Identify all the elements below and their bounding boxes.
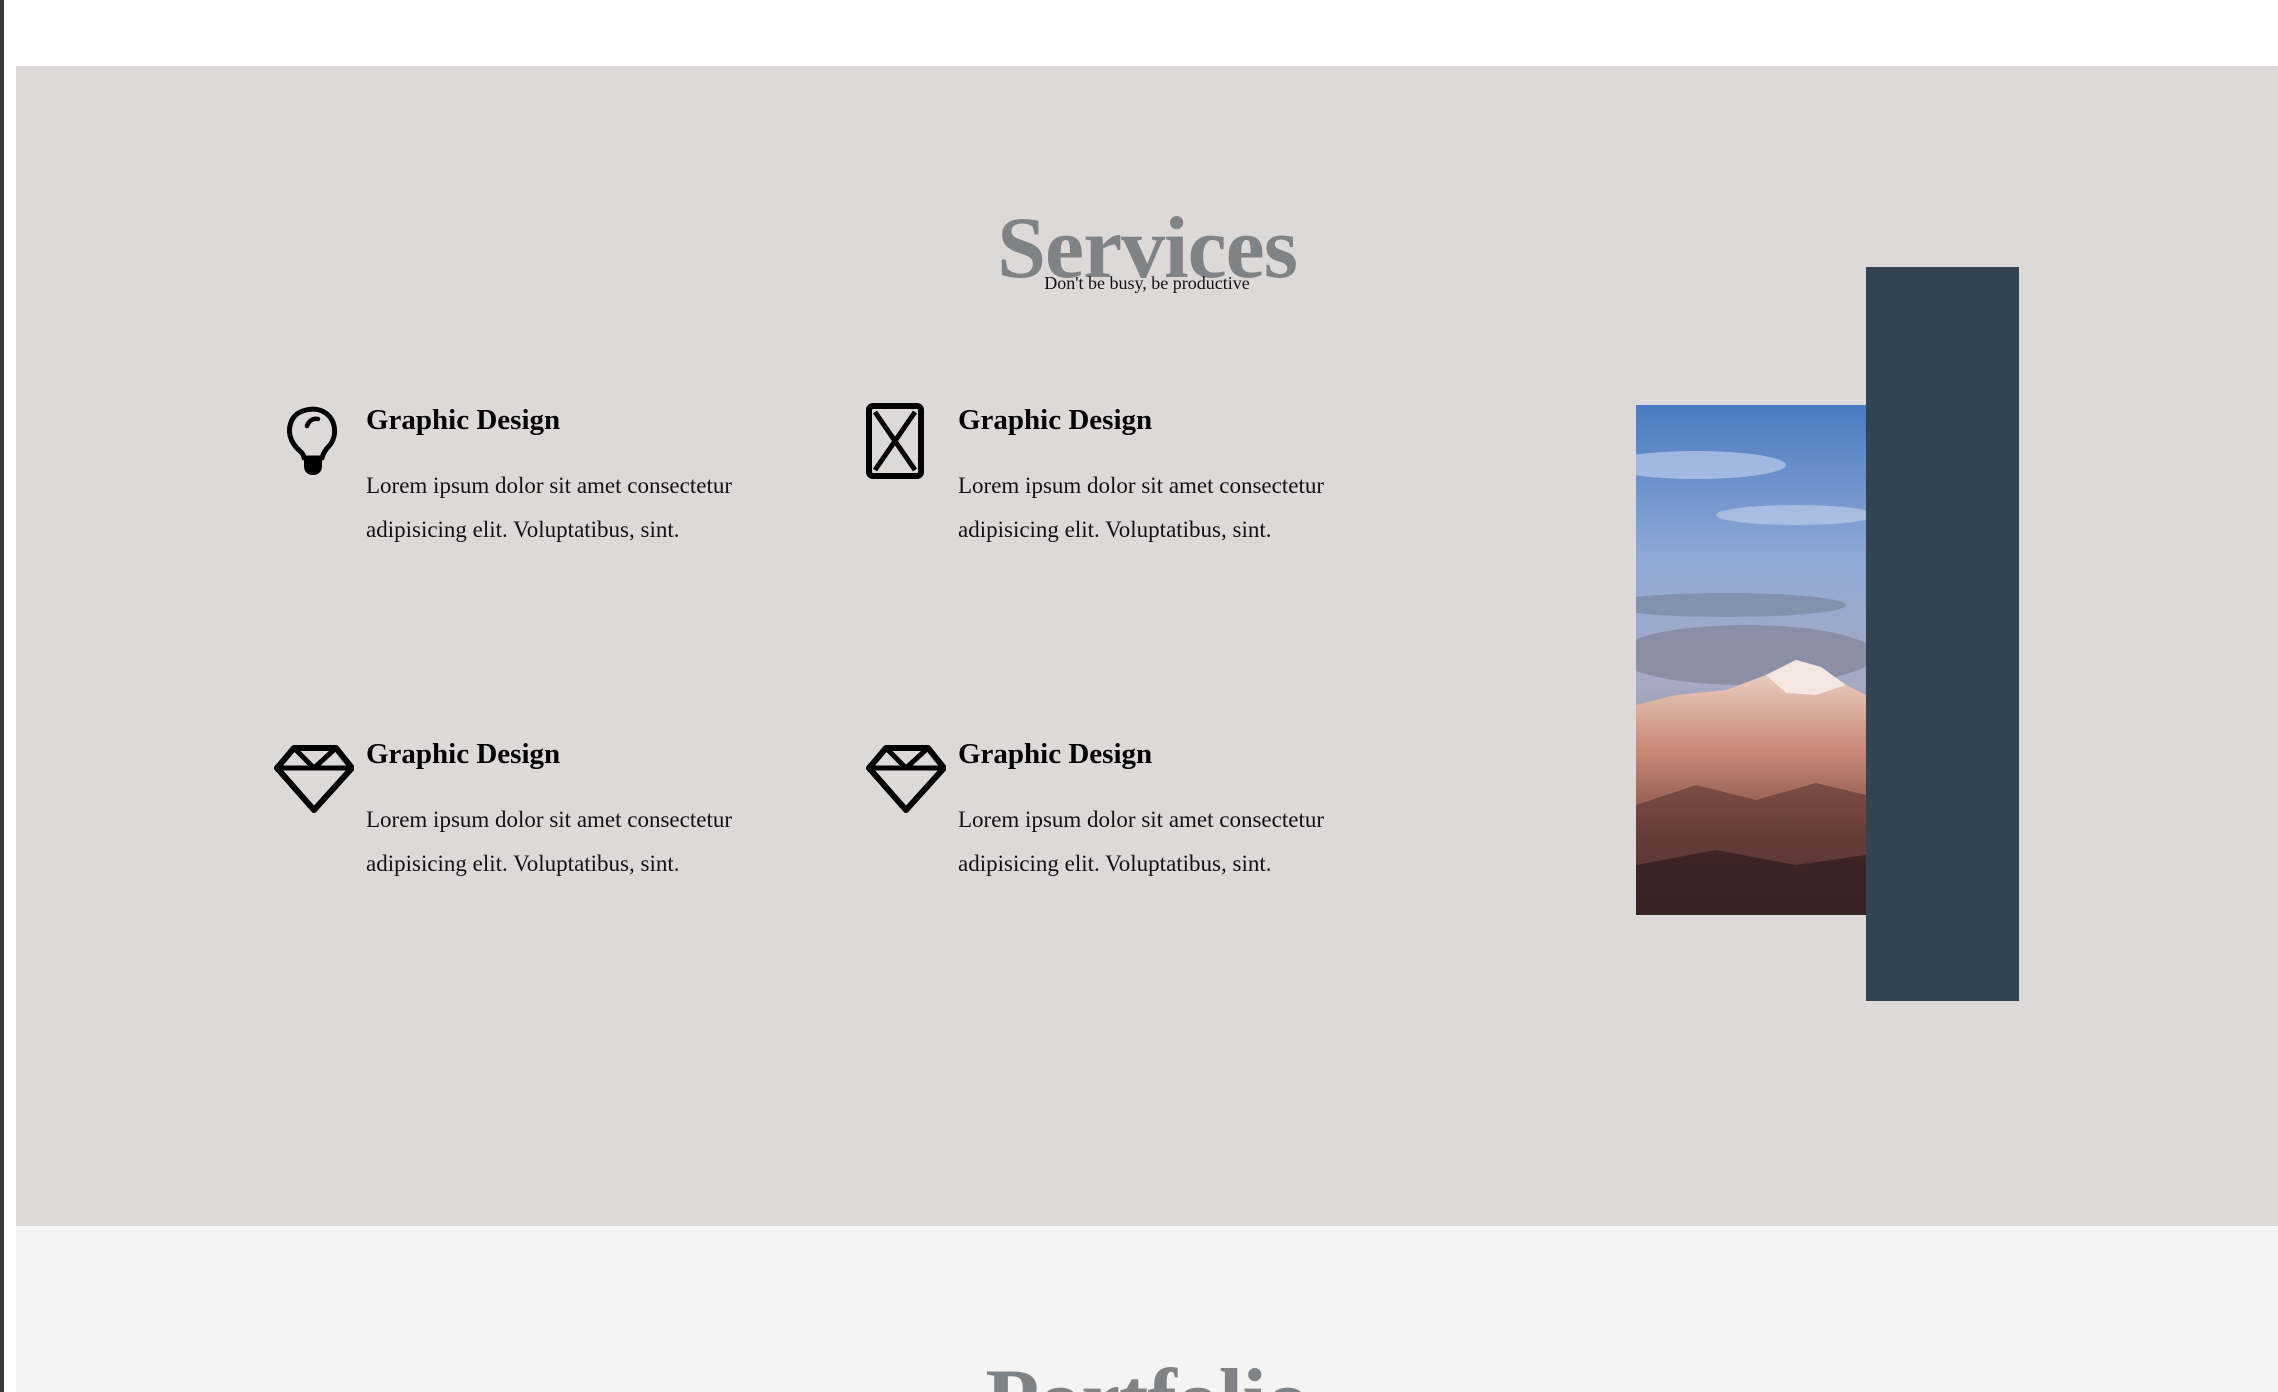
service-item: Graphic Design Lorem ipsum dolor sit ame… <box>866 736 1406 936</box>
mountain-photo <box>1636 405 1866 915</box>
service-item: Graphic Design Lorem ipsum dolor sit ame… <box>274 402 814 602</box>
hourglass-icon <box>866 402 946 482</box>
portfolio-title: Portfolio <box>16 1346 2278 1392</box>
service-item: Graphic Design Lorem ipsum dolor sit ame… <box>274 736 814 936</box>
diamond-icon <box>274 736 354 816</box>
window-edge <box>0 0 4 1392</box>
service-description: Lorem ipsum dolor sit amet consectetur a… <box>366 473 732 542</box>
diamond-icon <box>866 736 946 816</box>
service-description: Lorem ipsum dolor sit amet consectetur a… <box>958 807 1324 876</box>
service-title: Graphic Design <box>958 404 1153 436</box>
portfolio-section: Portfolio <box>16 1226 2278 1392</box>
service-title: Graphic Design <box>366 404 561 436</box>
accent-panel <box>1866 267 2019 1001</box>
service-title: Graphic Design <box>958 738 1153 770</box>
lightbulb-icon <box>274 402 354 482</box>
service-description: Lorem ipsum dolor sit amet consectetur a… <box>958 473 1324 542</box>
service-description: Lorem ipsum dolor sit amet consectetur a… <box>366 807 732 876</box>
service-title: Graphic Design <box>366 738 561 770</box>
service-item: Graphic Design Lorem ipsum dolor sit ame… <box>866 402 1406 602</box>
